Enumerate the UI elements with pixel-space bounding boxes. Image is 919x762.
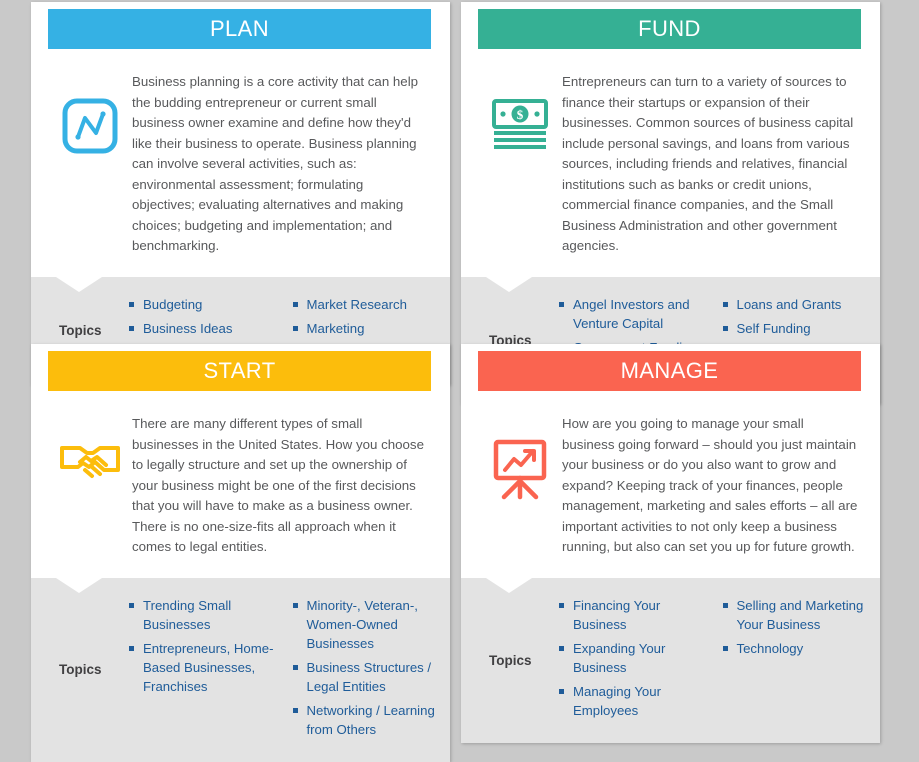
topic-list: Financing Your Business Expanding Your B… [559, 596, 713, 720]
list-item[interactable]: Minority-, Veteran-, Women-Owned Busines… [292, 596, 437, 653]
card-start[interactable]: START There are many different types of … [31, 344, 450, 762]
svg-text:$: $ [517, 107, 524, 122]
topics-column-right: Minority-, Veteran-, Women-Owned Busines… [283, 596, 437, 744]
topic-link[interactable]: Loans and Grants [737, 297, 842, 312]
card-header-start: START [48, 351, 431, 391]
card-header-plan: PLAN [48, 9, 431, 49]
topic-link[interactable]: Budgeting [143, 297, 202, 312]
topics-label: Topics [59, 323, 102, 338]
list-item[interactable]: Self Funding [722, 319, 867, 338]
topics-column-left: Financing Your Business Expanding Your B… [559, 596, 713, 725]
topic-list: Minority-, Veteran-, Women-Owned Busines… [292, 596, 437, 739]
topics-column-left: Trending Small Businesses Entrepreneurs,… [129, 596, 283, 701]
topics-column-right: Selling and Marketing Your Business Tech… [713, 596, 867, 663]
list-item[interactable]: Loans and Grants [722, 295, 867, 314]
list-item[interactable]: Business Structures / Legal Entities [292, 658, 437, 696]
topic-link[interactable]: Market Research [307, 297, 407, 312]
list-item[interactable]: Market Research [292, 295, 437, 314]
handshake-icon [48, 413, 132, 485]
card-body: $ Entrepreneurs can turn to a variety of… [461, 49, 880, 277]
card-description: How are you going to manage your small b… [562, 416, 858, 554]
list-item[interactable]: Angel Investors and Venture Capital [559, 295, 713, 333]
topic-link[interactable]: Selling and Marketing Your Business [737, 598, 864, 632]
list-item[interactable]: Financing Your Business [559, 596, 713, 634]
topic-list: Trending Small Businesses Entrepreneurs,… [129, 596, 283, 696]
topics-section: Topics Trending Small Businesses Entrepr… [31, 577, 450, 762]
topic-link[interactable]: Financing Your Business [573, 598, 660, 632]
list-item[interactable]: Selling and Marketing Your Business [722, 596, 867, 634]
card-description: There are many different types of small … [132, 416, 424, 554]
topic-link[interactable]: Networking / Learning from Others [307, 703, 435, 737]
card-title: FUND [638, 15, 701, 41]
card-manage[interactable]: MANAGE How are you going to manage your … [461, 344, 880, 743]
list-item[interactable]: Business Ideas [129, 319, 283, 338]
topics-label: Topics [59, 662, 102, 677]
list-item[interactable]: Networking / Learning from Others [292, 701, 437, 739]
card-description: Business planning is a core activity tha… [132, 74, 419, 253]
card-title: START [203, 357, 276, 383]
topic-link[interactable]: Minority-, Veteran-, Women-Owned Busines… [307, 598, 418, 651]
money-stack-icon: $ [478, 71, 562, 151]
topics-section: Topics Financing Your Business Expanding… [461, 577, 880, 743]
topic-link[interactable]: Managing Your Employees [573, 684, 661, 718]
topics-label: Topics [489, 652, 532, 668]
card-header-fund: FUND [478, 9, 861, 49]
topic-list: Market Research Marketing [292, 295, 437, 338]
list-item[interactable]: Budgeting [129, 295, 283, 314]
card-body: How are you going to manage your small b… [461, 391, 880, 578]
topic-link[interactable]: Technology [737, 641, 804, 656]
topics-columns: Financing Your Business Expanding Your B… [559, 596, 866, 725]
list-item[interactable]: Expanding Your Business [559, 639, 713, 677]
list-item[interactable]: Entrepreneurs, Home-Based Businesses, Fr… [129, 639, 283, 696]
card-header-manage: MANAGE [478, 351, 861, 391]
topic-link[interactable]: Angel Investors and Venture Capital [573, 297, 690, 331]
card-plan[interactable]: PLAN Business planning is a core activit… [31, 2, 450, 385]
topic-link[interactable]: Business Structures / Legal Entities [307, 660, 432, 694]
topic-link[interactable]: Trending Small Businesses [143, 598, 231, 632]
cards-board: PLAN Business planning is a core activit… [0, 0, 919, 762]
topic-link[interactable]: Expanding Your Business [573, 641, 665, 675]
topics-column-right: Market Research Marketing [283, 295, 437, 343]
topic-link[interactable]: Self Funding [737, 321, 811, 336]
topics-columns: Trending Small Businesses Entrepreneurs,… [129, 596, 436, 744]
topic-list: Selling and Marketing Your Business Tech… [722, 596, 867, 658]
card-body: Business planning is a core activity tha… [31, 49, 450, 277]
list-item[interactable]: Trending Small Businesses [129, 596, 283, 634]
card-title: MANAGE [620, 357, 719, 383]
line-chart-square-icon [48, 71, 132, 155]
presentation-growth-icon [478, 413, 562, 501]
topic-link[interactable]: Entrepreneurs, Home-Based Businesses, Fr… [143, 641, 273, 694]
topic-link[interactable]: Business Ideas [143, 321, 232, 336]
card-title: PLAN [209, 15, 270, 41]
card-body: There are many different types of small … [31, 391, 450, 578]
list-item[interactable]: Technology [722, 639, 867, 658]
list-item[interactable]: Marketing [292, 319, 437, 338]
list-item[interactable]: Managing Your Employees [559, 682, 713, 720]
card-description: Entrepreneurs can turn to a variety of s… [562, 74, 854, 253]
topic-link[interactable]: Marketing [307, 321, 365, 336]
